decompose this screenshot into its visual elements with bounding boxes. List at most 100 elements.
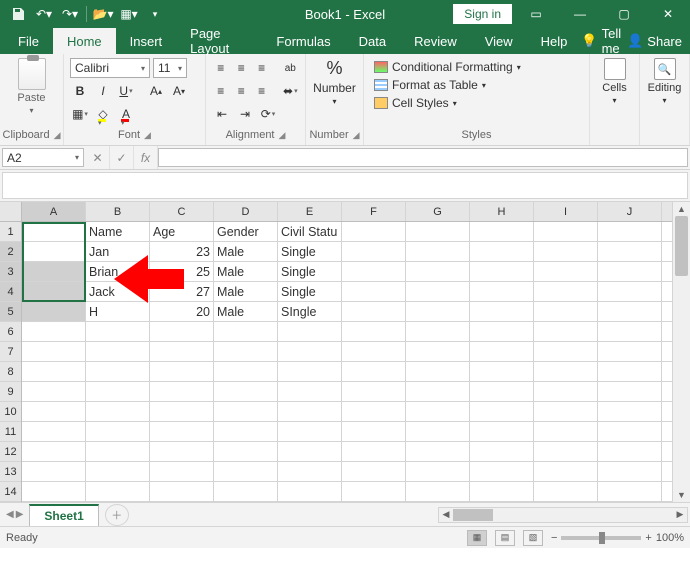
tab-page-layout[interactable]: Page Layout: [176, 28, 262, 54]
column-header[interactable]: I: [534, 202, 598, 221]
cell[interactable]: [86, 402, 150, 421]
decrease-indent-button[interactable]: ⇤: [212, 104, 232, 124]
cell[interactable]: [342, 242, 406, 261]
cell[interactable]: [406, 362, 470, 381]
cell[interactable]: 20: [150, 302, 214, 321]
cell[interactable]: [406, 342, 470, 361]
cell[interactable]: [214, 482, 278, 501]
page-break-view-icon[interactable]: ▧: [523, 530, 543, 546]
tab-review[interactable]: Review: [400, 28, 471, 54]
cell[interactable]: [214, 442, 278, 461]
cell[interactable]: [278, 422, 342, 441]
sheet-tab[interactable]: Sheet1: [29, 504, 98, 526]
hscroll-thumb[interactable]: [453, 509, 493, 521]
increase-indent-button[interactable]: ⇥: [235, 104, 255, 124]
redo-icon[interactable]: ↷▾: [58, 2, 82, 26]
column-header[interactable]: A: [22, 202, 86, 221]
font-launcher-icon[interactable]: ◢: [144, 130, 151, 141]
cell[interactable]: [278, 402, 342, 421]
column-header[interactable]: J: [598, 202, 662, 221]
row-header[interactable]: 12: [0, 442, 21, 462]
cell[interactable]: [342, 322, 406, 341]
cell[interactable]: SIngle: [278, 302, 342, 321]
cell[interactable]: [342, 262, 406, 281]
cell[interactable]: [214, 322, 278, 341]
cell[interactable]: [214, 402, 278, 421]
cell[interactable]: [470, 362, 534, 381]
orientation-button[interactable]: ⟳: [258, 104, 278, 124]
qat-customize-icon[interactable]: ▾: [143, 2, 167, 26]
align-left-button[interactable]: ≡: [212, 81, 229, 101]
cell[interactable]: [406, 282, 470, 301]
maximize-icon[interactable]: ▢: [604, 0, 644, 28]
column-header[interactable]: D: [214, 202, 278, 221]
wrap-text-button[interactable]: ab: [282, 58, 299, 78]
cell[interactable]: [278, 342, 342, 361]
cell[interactable]: [406, 322, 470, 341]
accept-formula-icon[interactable]: ✓: [110, 146, 134, 169]
cell[interactable]: [534, 482, 598, 501]
cell[interactable]: [22, 222, 86, 241]
page-layout-view-icon[interactable]: ▤: [495, 530, 515, 546]
cell[interactable]: [470, 262, 534, 281]
fx-icon[interactable]: fx: [134, 146, 158, 169]
cell[interactable]: [534, 402, 598, 421]
cell[interactable]: Male: [214, 242, 278, 261]
cell[interactable]: H: [86, 302, 150, 321]
alignment-launcher-icon[interactable]: ◢: [279, 130, 286, 141]
ribbon-options-icon[interactable]: ▭: [516, 0, 556, 28]
cell[interactable]: [406, 422, 470, 441]
cell[interactable]: [22, 262, 86, 281]
open-icon[interactable]: 📂▾: [91, 2, 115, 26]
cell[interactable]: [22, 362, 86, 381]
cell[interactable]: [470, 442, 534, 461]
cell[interactable]: [534, 422, 598, 441]
cell[interactable]: [214, 342, 278, 361]
cell[interactable]: [598, 302, 662, 321]
row-header[interactable]: 5: [0, 302, 21, 322]
scroll-up-icon[interactable]: ▲: [673, 202, 690, 216]
font-size-combo[interactable]: 11▾: [153, 58, 187, 78]
cell[interactable]: [342, 402, 406, 421]
cell[interactable]: [214, 362, 278, 381]
cell[interactable]: [534, 222, 598, 241]
cell[interactable]: [22, 482, 86, 501]
tab-help[interactable]: Help: [527, 28, 582, 54]
cell[interactable]: [534, 462, 598, 481]
align-bottom-button[interactable]: ≡: [253, 58, 270, 78]
cell[interactable]: [342, 382, 406, 401]
cell[interactable]: [534, 382, 598, 401]
cell[interactable]: [470, 242, 534, 261]
scroll-thumb[interactable]: [675, 216, 688, 276]
cell[interactable]: [598, 362, 662, 381]
cell[interactable]: [278, 482, 342, 501]
row-header[interactable]: 1: [0, 222, 21, 242]
cell[interactable]: [86, 462, 150, 481]
cell[interactable]: [150, 422, 214, 441]
cell[interactable]: [214, 382, 278, 401]
cell[interactable]: [598, 262, 662, 281]
cell[interactable]: Single: [278, 242, 342, 261]
cell[interactable]: [406, 402, 470, 421]
cell[interactable]: [278, 362, 342, 381]
name-box[interactable]: A2▾: [2, 148, 84, 167]
cell[interactable]: Civil Statu: [278, 222, 342, 241]
cell[interactable]: [406, 482, 470, 501]
tab-formulas[interactable]: Formulas: [262, 28, 344, 54]
cell[interactable]: Gender: [214, 222, 278, 241]
zoom-out-button[interactable]: −: [551, 532, 557, 544]
column-header[interactable]: E: [278, 202, 342, 221]
row-header[interactable]: 10: [0, 402, 21, 422]
cell[interactable]: Male: [214, 302, 278, 321]
cell[interactable]: [150, 482, 214, 501]
cell[interactable]: [86, 442, 150, 461]
cell[interactable]: [22, 402, 86, 421]
cell[interactable]: [150, 322, 214, 341]
cell[interactable]: [22, 382, 86, 401]
cell[interactable]: [598, 482, 662, 501]
cell[interactable]: [406, 222, 470, 241]
cell[interactable]: [598, 242, 662, 261]
row-header[interactable]: 3: [0, 262, 21, 282]
cell[interactable]: [470, 462, 534, 481]
cell[interactable]: [342, 422, 406, 441]
